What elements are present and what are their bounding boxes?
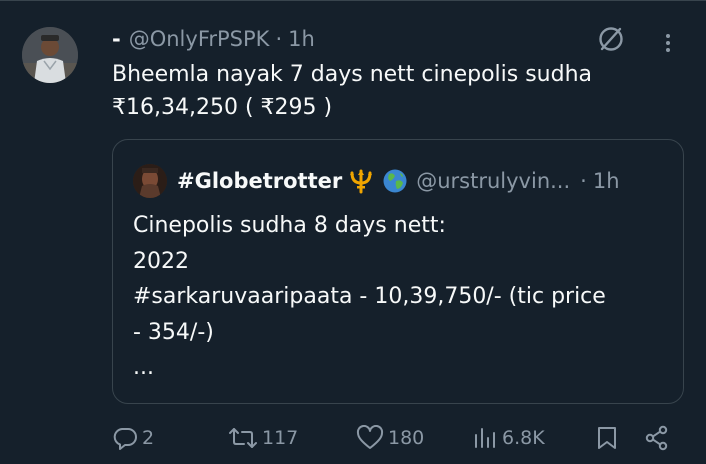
action-bar: 2 117 180 6.8K — [0, 420, 706, 456]
author-avatar[interactable] — [22, 27, 78, 83]
separator-dot: · — [580, 169, 587, 193]
tweet-text: Bheemla nayak 7 days nett cinepolis sudh… — [112, 58, 672, 124]
top-divider — [0, 0, 706, 1]
bookmark-button[interactable] — [596, 420, 618, 456]
reply-button[interactable]: 2 — [112, 420, 154, 456]
share-icon — [645, 425, 668, 451]
quoted-text-line: Cinepolis sudha 8 days nett: — [133, 213, 446, 238]
like-button[interactable]: 180 — [356, 420, 424, 456]
bookmark-icon — [598, 427, 616, 449]
tweet-text-line: ₹16,34,250 ( ₹295 ) — [112, 95, 333, 120]
quoted-author-name[interactable]: #Globetrotter — [177, 169, 342, 193]
quoted-text-line: #sarkaruvaaripaata - 10,39,750/- (tic pr… — [133, 284, 606, 309]
reply-icon — [113, 428, 137, 450]
separator-dot: · — [275, 27, 283, 51]
quoted-tweet-time[interactable]: 1h — [593, 169, 620, 193]
share-button[interactable] — [644, 420, 670, 456]
tweet-text-line: Bheemla nayak 7 days nett cinepolis sudh… — [112, 62, 593, 87]
quoted-tweet-card[interactable]: #Globetrotter @urstrulyvin... · 1h Cinep — [112, 139, 684, 404]
author-name[interactable]: - — [112, 27, 121, 51]
views-button[interactable]: 6.8K — [472, 420, 545, 456]
grok-icon[interactable] — [596, 24, 626, 54]
trident-icon — [348, 168, 374, 194]
quoted-text-line: 2022 — [133, 248, 189, 274]
quoted-text-line: ... — [133, 355, 154, 380]
reply-count: 2 — [142, 427, 155, 449]
quoted-tweet-text: Cinepolis sudha 8 days nett: 2022 #sarka… — [133, 208, 673, 386]
author-handle[interactable]: @OnlyFrPSPK — [129, 27, 270, 51]
globe-icon — [382, 168, 408, 194]
tweet-time[interactable]: 1h — [288, 27, 315, 51]
retweet-count: 117 — [262, 427, 299, 449]
like-icon — [356, 425, 384, 449]
quoted-author-handle[interactable]: @urstrulyvin... — [416, 169, 570, 193]
retweet-icon — [229, 428, 257, 448]
more-icon[interactable] — [658, 26, 678, 56]
views-icon — [475, 428, 495, 448]
retweet-button[interactable]: 117 — [228, 420, 298, 456]
quoted-author-avatar[interactable] — [133, 164, 167, 198]
quoted-text-line: - 354/-) — [133, 319, 214, 345]
like-count: 180 — [388, 427, 425, 449]
tweet-header: - @OnlyFrPSPK · 1h — [112, 26, 315, 52]
views-count: 6.8K — [502, 427, 545, 449]
quoted-tweet-header: #Globetrotter @urstrulyvin... · 1h — [177, 166, 620, 196]
